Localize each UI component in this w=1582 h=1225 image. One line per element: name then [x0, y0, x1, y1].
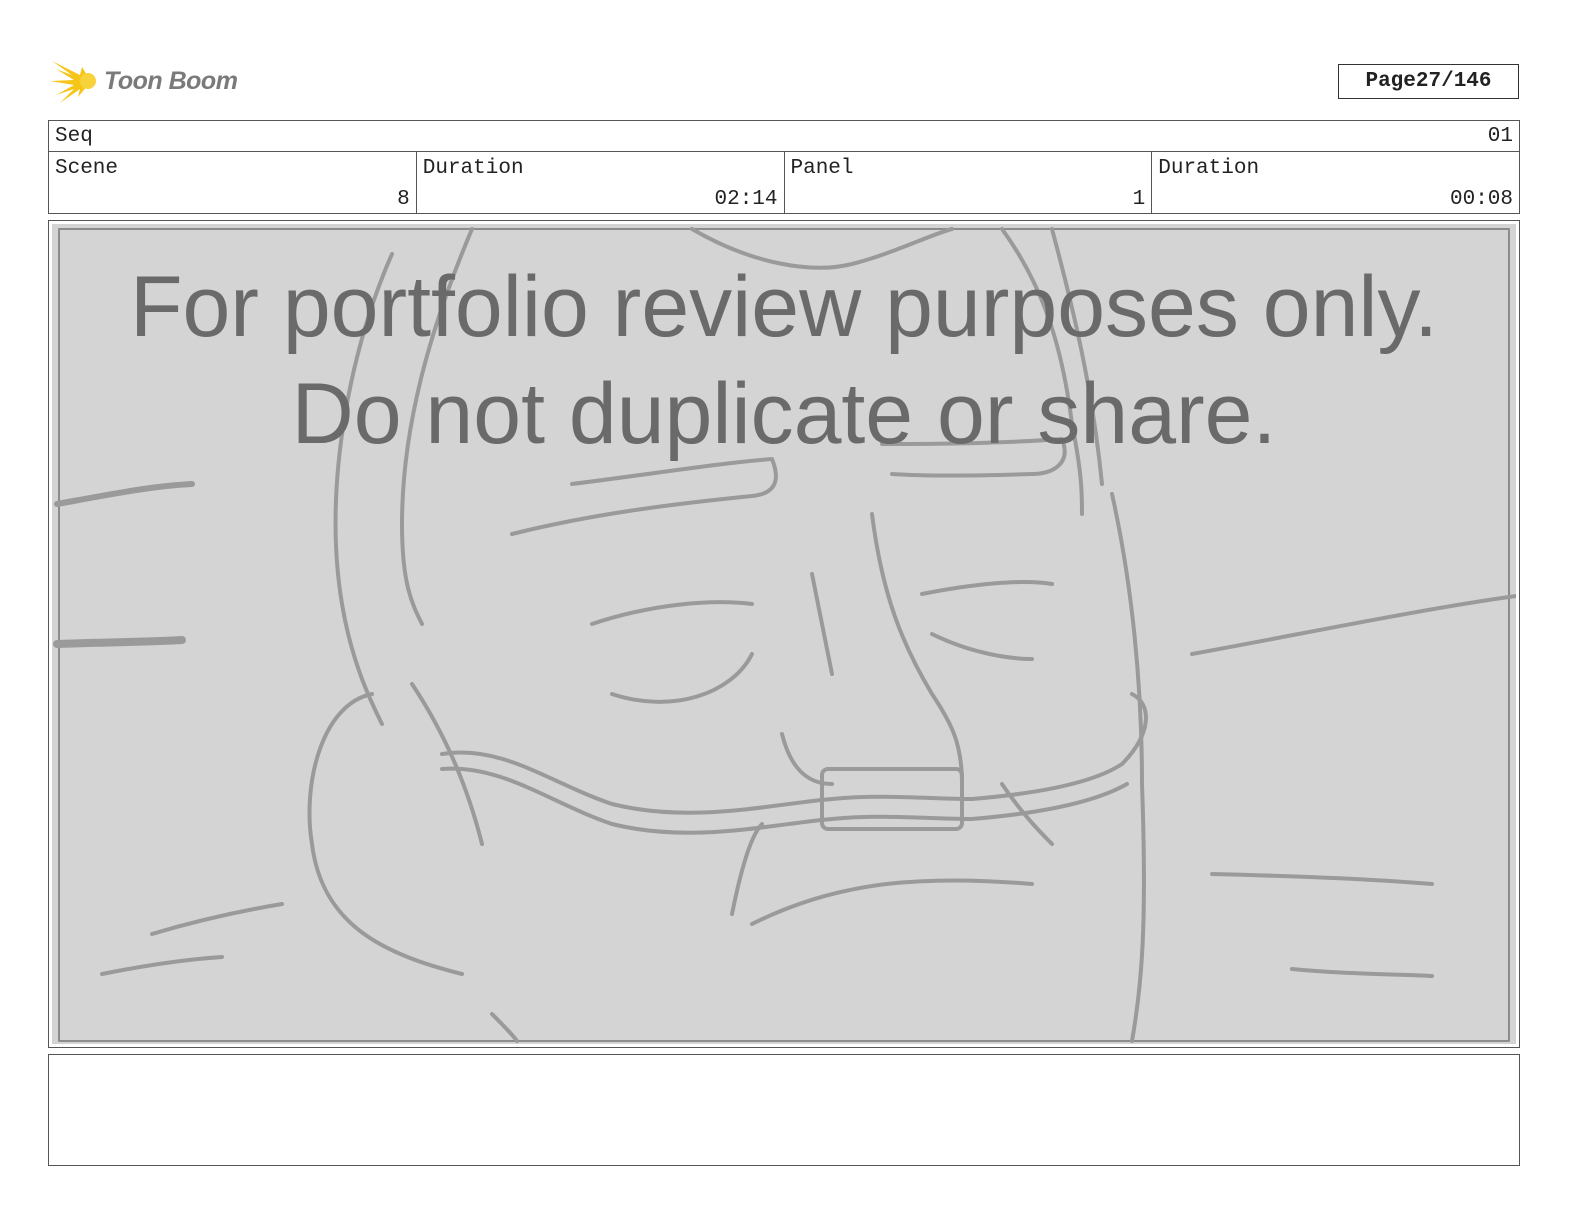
seq-value: 01 [1487, 125, 1513, 148]
panel-label: Panel [790, 157, 854, 180]
watermark-line-1: For portfolio review purposes only. [129, 259, 1439, 355]
page-label: Page [1365, 70, 1416, 93]
scene-cell: Scene 8 [49, 152, 417, 214]
storyboard-panel: For portfolio review purposes only. Do n… [48, 220, 1520, 1048]
watermark: For portfolio review purposes only. Do n… [52, 254, 1516, 468]
panel-duration-value: 00:08 [1449, 188, 1513, 211]
seq-label: Seq [55, 125, 93, 148]
panel-duration-cell: Duration 00:08 [1152, 152, 1519, 214]
panel-duration-label: Duration [1158, 157, 1260, 180]
notes-box [48, 1054, 1520, 1166]
toon-boom-logo: Toon Boom [50, 55, 250, 107]
seq-row: Seq 01 [49, 121, 1519, 152]
page-value: 27/146 [1415, 70, 1492, 93]
page-counter: Page 27/146 [1338, 64, 1519, 99]
info-cells: Scene 8 Duration 02:14 Panel 1 Duration … [49, 152, 1519, 214]
panel-cell: Panel 1 [785, 152, 1153, 214]
scene-value: 8 [397, 188, 410, 211]
scene-label: Scene [55, 157, 119, 180]
panel-value: 1 [1132, 188, 1146, 211]
scene-duration-cell: Duration 02:14 [417, 152, 785, 214]
brand-name: Toon Boom [104, 66, 238, 95]
panel-drawing-area: For portfolio review purposes only. Do n… [52, 224, 1516, 1044]
scene-duration-label: Duration [422, 157, 524, 180]
scene-duration-value: 02:14 [714, 188, 778, 211]
watermark-line-2: Do not duplicate or share. [291, 366, 1277, 462]
storyboard-header: Seq 01 Scene 8 Duration 02:14 Panel 1 Du… [48, 120, 1520, 214]
starburst-icon [50, 61, 96, 103]
